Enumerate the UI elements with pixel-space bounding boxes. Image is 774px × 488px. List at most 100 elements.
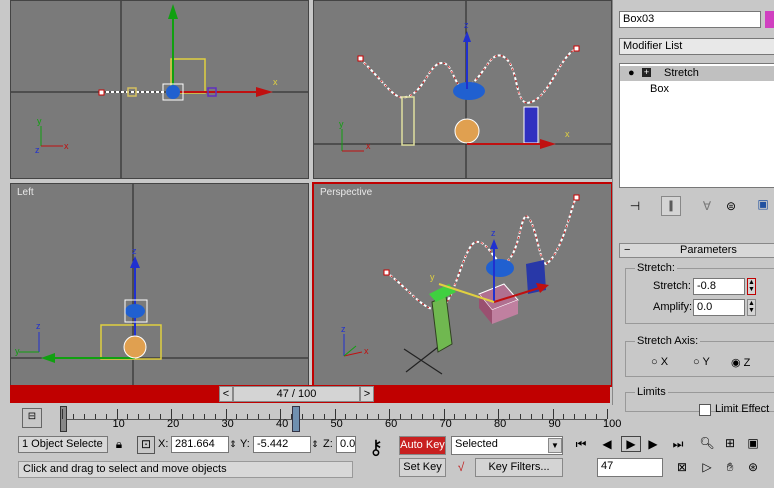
axis-z-radio[interactable]: ◉ Z: [731, 356, 750, 369]
selected-dropdown-arrow[interactable]: ▼: [548, 438, 562, 453]
current-frame-field[interactable]: 47: [597, 458, 663, 477]
viewport-front[interactable]: y z x x: [10, 0, 309, 179]
ruler-tick-label: 30: [221, 418, 234, 430]
ruler-tick: [399, 414, 401, 419]
goto-start-icon[interactable]: ⏮: [572, 437, 590, 451]
next-frame-icon[interactable]: ▶︎: [644, 437, 662, 451]
svg-text:z: z: [132, 246, 137, 256]
remove-modifier-icon[interactable]: ⊜: [721, 199, 741, 213]
set-key-button[interactable]: Set Key: [399, 458, 446, 477]
key-filters-button[interactable]: Key Filters...: [475, 458, 563, 477]
object-name-field[interactable]: Box03: [619, 11, 761, 28]
limit-effect-checkbox[interactable]: [699, 404, 711, 416]
stretch-axis-title: Stretch Axis:: [635, 335, 701, 347]
limit-effect-label: Limit Effect: [715, 403, 770, 415]
ruler-tick: [160, 414, 162, 419]
z-coord-input[interactable]: 0.0: [336, 436, 356, 453]
fov-icon[interactable]: ▷: [699, 460, 715, 474]
stretch-input[interactable]: -0.8: [693, 278, 745, 295]
prev-frame-icon[interactable]: ◀︎: [598, 437, 616, 451]
pin-stack-icon[interactable]: ⊣: [625, 199, 645, 213]
ruler-tick-label: 40: [276, 418, 289, 430]
ruler-tick-label: 10: [112, 418, 125, 430]
orbit-icon[interactable]: ⊛: [745, 460, 761, 474]
stack-item-stretch-label: Stretch: [664, 67, 699, 79]
ruler-tick: [181, 414, 183, 419]
ruler-tick: [410, 414, 412, 419]
frame-slider[interactable]: 47 / 100: [233, 386, 360, 402]
x-coord-label: X:: [158, 438, 169, 450]
zoom-all-icon[interactable]: ⊞: [722, 436, 738, 450]
ruler-tick: [192, 414, 194, 419]
lock-selection-icon[interactable]: 🔒︎: [112, 437, 126, 451]
viewport-left[interactable]: Left z y z: [10, 183, 309, 386]
frame-prev-button[interactable]: <: [219, 386, 233, 402]
ruler-tick-label: 50: [330, 418, 343, 430]
amplify-label: Amplify:: [653, 301, 693, 313]
ruler-tick: [203, 414, 205, 419]
axis-x-radio[interactable]: ○ X: [651, 356, 668, 368]
goto-end-icon[interactable]: ⏭: [669, 437, 687, 451]
modifier-stack: ● + Stretch Box: [619, 63, 774, 188]
ruler-tick: [269, 414, 271, 419]
ruler-tick: [454, 414, 456, 419]
auto-key-button[interactable]: Auto Key: [399, 436, 446, 455]
svg-text:z: z: [464, 20, 469, 30]
status-bar: 1 Object Selecte 🔒︎ ⊡ X: 281.664 ⇕ Y: -5…: [0, 433, 774, 488]
svg-text:z: z: [491, 228, 496, 238]
time-slider-thumb[interactable]: [292, 406, 300, 432]
y-coord-label: Y:: [240, 438, 250, 450]
zoom-extents-icon[interactable]: ▣: [745, 436, 761, 450]
y-coord-input[interactable]: -5.442: [253, 436, 311, 453]
ruler-tick: [247, 414, 249, 419]
svg-text:z: z: [36, 321, 41, 331]
expand-plus-icon[interactable]: +: [642, 68, 651, 77]
selected-dropdown[interactable]: Selected: [451, 436, 563, 455]
stack-item-box-label: Box: [650, 83, 669, 95]
stack-item-box[interactable]: Box: [620, 82, 774, 97]
amplify-spinner[interactable]: ▲ ▼: [747, 299, 756, 316]
svg-text:x: x: [273, 77, 278, 87]
zoom-icon[interactable]: 🔍︎: [699, 436, 715, 450]
lightbulb-icon[interactable]: ●: [628, 66, 635, 80]
stretch-group-title: Stretch:: [635, 262, 677, 274]
absolute-mode-icon[interactable]: ⊡: [137, 436, 155, 454]
configure-sets-icon[interactable]: ▣: [753, 197, 773, 211]
ruler-tick-label: 80: [494, 418, 507, 430]
y-coord-spinner-icon[interactable]: ⇕: [311, 437, 319, 451]
mini-curve-editor-icon[interactable]: ⊟: [22, 408, 42, 428]
svg-text:x: x: [364, 346, 369, 356]
x-coord-spinner-icon[interactable]: ⇕: [229, 437, 237, 451]
viewport-top[interactable]: y x x z: [313, 0, 612, 179]
object-color-swatch[interactable]: [765, 11, 774, 28]
stretch-spinner[interactable]: ▲ ▼: [747, 278, 756, 295]
parameters-rollout-header[interactable]: − Parameters: [619, 243, 774, 258]
modifier-list-dropdown[interactable]: Modifier List: [619, 38, 774, 55]
frame-next-button[interactable]: >: [360, 386, 374, 402]
time-config-icon[interactable]: ⊠: [673, 460, 691, 474]
axis-y-radio[interactable]: ○ Y: [693, 356, 710, 368]
viewport-perspective[interactable]: Perspective z x y z: [312, 182, 613, 387]
ruler-tick: [432, 414, 434, 419]
collapse-minus-icon: −: [624, 244, 631, 256]
ruler-tick-label: 70: [439, 418, 452, 430]
ruler-tick: [301, 414, 303, 419]
limits-title: Limits: [635, 386, 668, 398]
svg-text:y: y: [339, 119, 344, 129]
ruler-tick: [149, 414, 151, 419]
pan-hand-icon[interactable]: ✋︎: [722, 460, 738, 474]
x-coord-input[interactable]: 281.664: [171, 436, 229, 453]
stack-item-stretch[interactable]: ● + Stretch: [620, 66, 774, 81]
svg-text:y: y: [15, 346, 20, 356]
amplify-input[interactable]: 0.0: [693, 299, 745, 316]
make-unique-icon[interactable]: ∀: [697, 199, 717, 213]
parameters-title: Parameters: [680, 244, 737, 256]
time-ruler[interactable]: ⊟ 10 20 30 40 50 60 70 80 90 100: [0, 405, 621, 433]
play-icon[interactable]: ▶︎: [621, 436, 641, 452]
ruler-tick: [323, 414, 325, 419]
default-tangent-icon[interactable]: √: [451, 460, 471, 474]
ruler-tick: [465, 414, 467, 419]
key-mode-icon[interactable]: ⚷: [358, 438, 394, 458]
ruler-tick: [105, 414, 107, 419]
show-end-result-button[interactable]: ∥: [661, 196, 681, 216]
